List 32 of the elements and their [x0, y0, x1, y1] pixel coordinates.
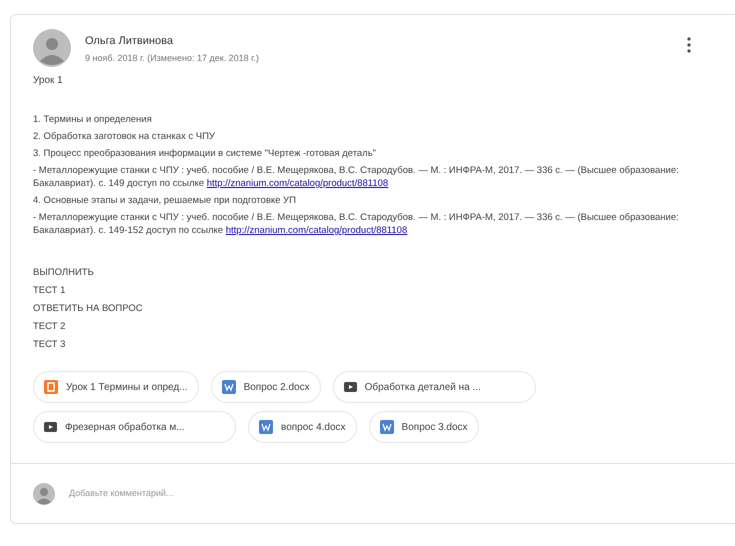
link[interactable]: http://znanium.com/catalog/product/881108: [206, 178, 388, 189]
body-text: 2. Обработка заготовок на станках с ЧПУ: [33, 130, 216, 143]
attachment-chip[interactable]: вопрос 4.docx: [248, 411, 357, 443]
link[interactable]: http://znanium.com/catalog/product/881108: [226, 225, 408, 236]
body-text: - Металлорежущие станки с ЧПУ : учеб. пособие / В.Е. Мещерякова, В.С. Стародубов. — М. : ИНФРА-М, 2017. — 336 с. — (Высшее образование: Бакалавриат). с. 149 доступ по ссылке http://znanium.com/catalog/product/881108: [33, 164, 680, 190]
avatar-icon: [33, 29, 71, 67]
task-text: ВЫПОЛНИТЬ: [33, 267, 95, 279]
attachment-chip[interactable]: Вопрос 3.docx: [368, 411, 479, 443]
task-text: ТЕСТ 3: [33, 339, 66, 351]
video-icon: [44, 422, 57, 432]
avatar-icon: [33, 482, 55, 504]
task-text: ОТВЕТИТЬ НА ВОПРОС: [33, 303, 144, 315]
body-text: - Металлорежущие станки с ЧПУ : учеб. пособие / В.Е. Мещерякова, В.С. Стародубов. — М. : ИНФРА-М, 2017. — 336 с. — (Высшее образование: Бакалавриат). с. 149-152 доступ по ссылке http://znanium.com/catalog/product/881108: [33, 211, 680, 237]
document-icon: [259, 420, 273, 434]
slides-icon: [44, 380, 58, 394]
author-name: Ольга Литвинова: [85, 34, 174, 49]
task-text: ТЕСТ 1: [33, 285, 66, 297]
attachment-chip[interactable]: Урок 1 Термины и опред...: [33, 371, 199, 403]
document-icon: [222, 380, 236, 394]
attachment-chip[interactable]: Вопрос 2.docx: [210, 371, 321, 403]
post-title: Урок 1: [33, 74, 64, 88]
body-text: 4. Основные этапы и задачи, решаемые при подготовке УП: [33, 194, 297, 207]
post-date: 9 нояб. 2018 г. (Изменено: 17 дек. 2018 г.): [85, 52, 260, 65]
video-icon: [344, 382, 357, 392]
body-text: 3. Процесс преобразования информации в системе "Чертеж -готовая деталь": [33, 147, 378, 160]
body-text: 1. Термины и определения: [33, 113, 153, 126]
more-icon[interactable]: [687, 37, 691, 53]
task-text: ТЕСТ 2: [33, 321, 66, 333]
comment-field[interactable]: Добавьте комментарий...: [69, 486, 369, 500]
document-icon: [380, 420, 394, 434]
attachment-chip[interactable]: Фрезерная обработка м...: [33, 411, 236, 443]
attachment-chip[interactable]: Обработка деталей на ...: [332, 371, 536, 403]
